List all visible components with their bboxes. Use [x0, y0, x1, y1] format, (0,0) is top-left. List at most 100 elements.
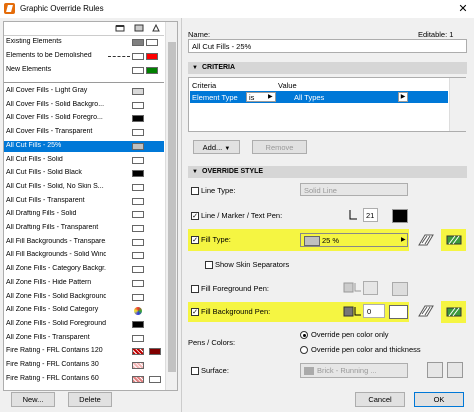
name-input[interactable]: All Cut Fills - 25% [188, 39, 467, 53]
rule-item[interactable]: All Cover Fills - Transparent [4, 127, 164, 138]
fill-fg-label: Fill Foreground Pen: [201, 284, 269, 293]
value-all-types[interactable]: All Types [294, 93, 324, 102]
rule-item[interactable]: All Cover Fills - Solid Backgro... [4, 100, 164, 111]
override-color-thickness-radio[interactable] [300, 346, 308, 354]
fill-fg-input [363, 281, 378, 295]
list-item[interactable]: New Elements [4, 65, 164, 76]
rule-item[interactable]: All Cover Fills - Solid Foregro... [4, 113, 164, 124]
rule-item[interactable]: All Zone Fills - Solid Background [4, 292, 164, 303]
rule-item-label: All Zone Fills - Solid Background [6, 292, 106, 300]
list-scrollbar[interactable] [165, 22, 177, 390]
fill-swatch [132, 197, 144, 205]
list-item[interactable]: Elements to be Demolished [4, 51, 164, 62]
rule-item[interactable]: All Cut Fills - Transparent [4, 196, 164, 207]
fill-swatch [132, 348, 144, 356]
col-value: Value [278, 81, 297, 90]
rule-item[interactable]: All Drafting Fills - Solid [4, 209, 164, 220]
rule-item[interactable]: All Zone Fills - Hide Pattern [4, 278, 164, 289]
override-color-only-radio[interactable] [300, 331, 308, 339]
fill-swatch [132, 183, 144, 191]
scroll-thumb[interactable] [168, 42, 176, 372]
rule-item[interactable]: All Zone Fills - Category Backgr... [4, 264, 164, 275]
fill-bg-input[interactable]: 0 [363, 304, 385, 318]
list-item-label: New Elements [6, 66, 52, 73]
new-button[interactable]: New... [11, 392, 55, 407]
line-pen-input[interactable]: 21 [363, 208, 378, 222]
color-swatch [132, 53, 144, 60]
fill-swatch [132, 156, 144, 164]
hatch-plane-icon[interactable] [417, 233, 435, 247]
rule-item[interactable]: All Cut Fills - Solid Black [4, 168, 164, 179]
pen-color-swatch[interactable] [392, 209, 408, 223]
editable-label: Editable: 1 [418, 30, 454, 39]
fg-color-swatch [392, 282, 408, 296]
hatch-plane-icon[interactable] [417, 304, 435, 318]
cut-fill-icon[interactable] [446, 305, 462, 319]
rule-item[interactable]: All Fill Backgrounds - Solid Wind... [4, 250, 164, 261]
rule-item[interactable]: All Cut Fills - Solid, No Skin S... [4, 182, 164, 193]
fill-swatch-2 [149, 348, 161, 356]
criteria-element-type[interactable]: Element Type [192, 93, 238, 102]
surface-icon [152, 23, 160, 32]
show-skin-checkbox[interactable] [205, 261, 213, 269]
operator-select[interactable]: is ▶ [246, 92, 276, 102]
criteria-row[interactable]: Element Type is ▶ All Types ▶ [190, 91, 448, 103]
rule-item[interactable]: All Zone Fills - Transparent [4, 333, 164, 344]
add-button[interactable]: Add... ▼ [193, 140, 240, 154]
rule-item[interactable]: All Drafting Fills - Transparent [4, 223, 164, 234]
criteria-scrollbar[interactable] [449, 78, 466, 131]
fill-fg-checkbox[interactable] [191, 285, 199, 293]
value-dropdown-icon[interactable]: ▶ [398, 92, 408, 102]
rules-list[interactable]: Existing Elements Elements to be Demolish… [3, 21, 178, 391]
list-item-label: Elements to be Demolished [6, 52, 92, 59]
list-item[interactable]: Existing Elements [4, 37, 164, 48]
ok-button[interactable]: OK [414, 392, 464, 407]
rule-item[interactable]: All Cut Fills - 25% [4, 140, 164, 152]
fill-swatch [132, 334, 144, 342]
fg-pen-icon [343, 282, 361, 293]
fill-swatch [132, 129, 144, 137]
fill-type-select[interactable]: 25 % ▶ [300, 233, 408, 247]
rule-item-label: All Zone Fills - Hide Pattern [6, 278, 92, 286]
fill-swatch [132, 293, 144, 301]
fill-type-checkbox[interactable]: ✓ [191, 236, 199, 244]
rule-item[interactable]: Fire Rating - FRL Contains 120 [4, 346, 164, 357]
override-color-only-label: Override pen color only [311, 330, 389, 339]
rule-item-label: Fire Rating - FRL Contains 30 [6, 361, 99, 368]
fill-swatch [132, 375, 144, 383]
criteria-table[interactable]: Criteria Value Element Type is ▶ All Typ… [188, 77, 466, 132]
cut-fill-icon[interactable] [446, 233, 462, 247]
pens-colors-label: Pens / Colors: [188, 338, 236, 347]
fill-pattern-icon [304, 236, 320, 246]
rule-item[interactable]: All Cover Fills - Light Gray [4, 86, 164, 97]
surface-checkbox[interactable] [191, 367, 199, 375]
rule-item[interactable]: All Zone Fills - Solid Foreground [4, 319, 164, 330]
bg-color-swatch[interactable] [389, 305, 408, 319]
rule-item[interactable]: Fire Rating - FRL Contains 60 [4, 374, 164, 385]
cancel-button[interactable]: Cancel [355, 392, 405, 407]
bg-pen-icon [343, 306, 361, 317]
fill-swatch [132, 115, 144, 123]
rule-item[interactable]: All Cut Fills - Solid [4, 155, 164, 166]
fill-type-label: Fill Type: [201, 235, 231, 244]
add-label: Add... [202, 143, 223, 152]
delete-button[interactable]: Delete [68, 392, 112, 407]
line-pen-label: Line / Marker / Text Pen: [201, 211, 283, 220]
override-section[interactable]: ▼ OVERRIDE STYLE [188, 166, 467, 178]
line-pen-checkbox[interactable]: ✓ [191, 212, 199, 220]
criteria-section[interactable]: ▼ CRITERIA [188, 62, 467, 74]
remove-button: Remove [252, 140, 307, 154]
close-button[interactable]: ✕ [452, 0, 474, 18]
panel-divider [181, 18, 182, 412]
fill-bg-checkbox[interactable]: ✓ [191, 308, 199, 316]
rule-item[interactable]: All Fill Backgrounds - Transpare... [4, 237, 164, 248]
fill-swatch [132, 101, 144, 109]
fill-swatch [132, 362, 144, 369]
fill-swatch [132, 225, 144, 232]
rule-item[interactable]: Fire Rating - FRL Contains 30 [4, 360, 164, 371]
line-type-checkbox[interactable] [191, 187, 199, 195]
override-color-thickness-label: Override pen color and thickness [311, 345, 421, 354]
rule-item[interactable]: All Zone Fills - Solid Category [4, 305, 164, 316]
override-title: OVERRIDE STYLE [202, 168, 264, 175]
collapse-icon: ▼ [192, 65, 198, 71]
